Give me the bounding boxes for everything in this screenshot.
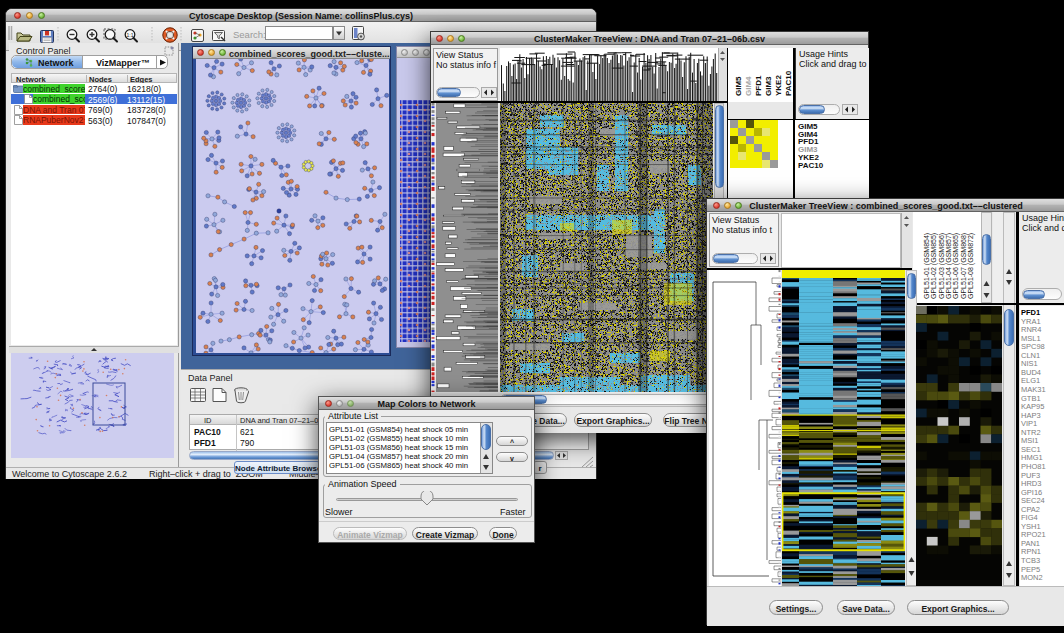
svg-text:1:1: 1:1 bbox=[127, 32, 134, 38]
